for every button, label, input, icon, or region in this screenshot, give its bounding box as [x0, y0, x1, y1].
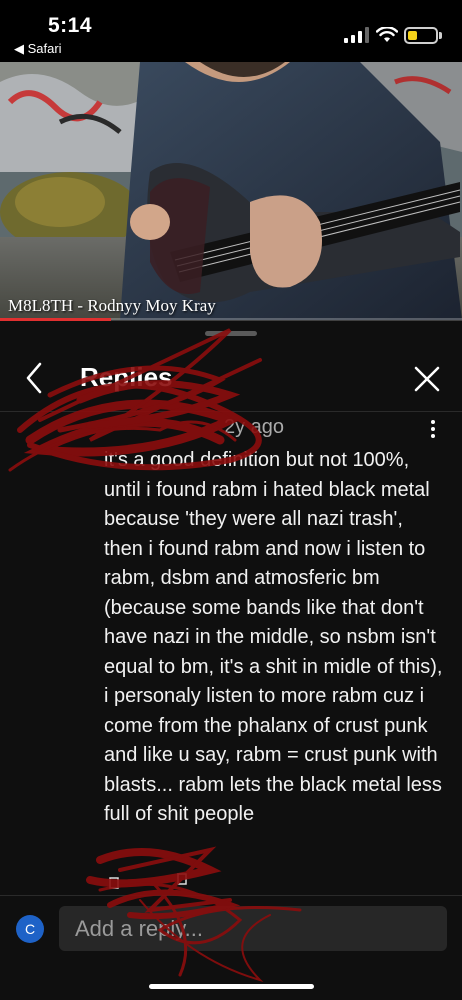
- close-icon[interactable]: [410, 362, 444, 396]
- cellular-signal-icon: [344, 27, 369, 43]
- video-player[interactable]: M8L8TH - Rodnyy Moy Kray: [0, 62, 462, 320]
- battery-level: [408, 31, 418, 40]
- comment-timestamp: 2y ago: [224, 416, 285, 438]
- battery-icon: [404, 27, 438, 44]
- back-to-safari-link[interactable]: ◀ Safari: [14, 41, 62, 57]
- back-arrow-icon[interactable]: [18, 360, 50, 396]
- status-bar: 5:14 ◀ Safari: [0, 0, 462, 62]
- input-divider: [0, 895, 462, 896]
- home-indicator[interactable]: [149, 984, 314, 989]
- panel-title: Replies: [80, 362, 173, 392]
- header-divider: [0, 411, 462, 412]
- video-title-overlay: M8L8TH - Rodnyy Moy Kray: [8, 296, 216, 315]
- video-frame-image: [0, 62, 462, 320]
- drag-handle[interactable]: [205, 331, 257, 336]
- reply-input[interactable]: [59, 906, 447, 951]
- battery-tip: [439, 32, 442, 39]
- wifi-icon: [376, 27, 398, 42]
- comment-body: it's a good definition but not 100%, unt…: [104, 449, 443, 825]
- more-options-icon[interactable]: [425, 418, 441, 440]
- clock: 5:14: [48, 14, 93, 37]
- comment-action-row: [104, 870, 204, 892]
- user-avatar: C: [16, 915, 44, 943]
- comment-author-row: 2y ago: [104, 414, 424, 442]
- like-dislike-icons[interactable]: [104, 870, 204, 892]
